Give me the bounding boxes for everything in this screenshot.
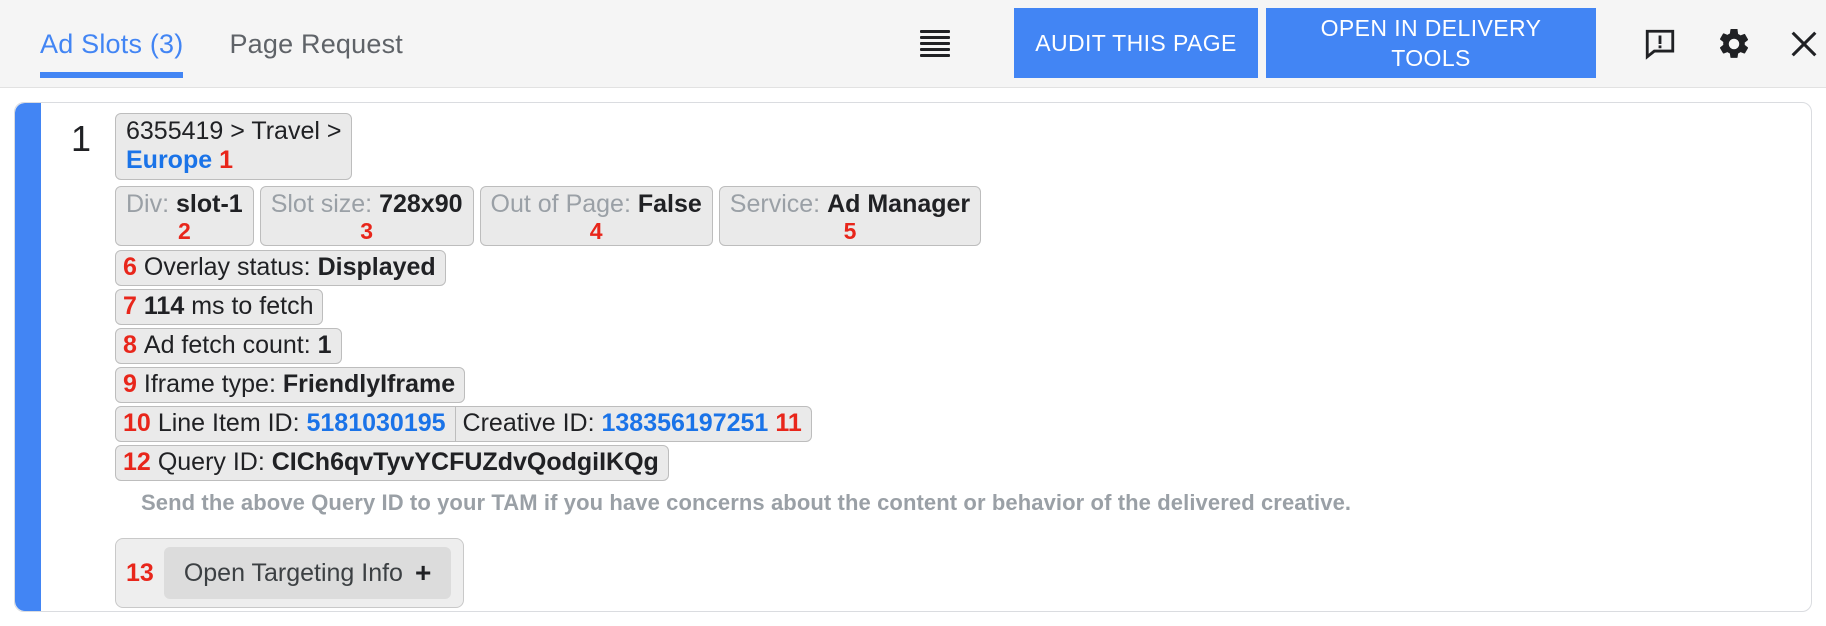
creative-id-chip[interactable]: Creative ID: 138356197251 11 bbox=[456, 406, 812, 442]
slot-properties: Div: slot-1 2 Slot size: 728x90 3 Out of… bbox=[115, 186, 1801, 246]
status-fetch-count-label: Ad fetch count: bbox=[144, 330, 311, 361]
slot-content: 6355419 > Travel > Europe 1 Div: slot-1 … bbox=[115, 113, 1801, 612]
creative-id-value[interactable]: 138356197251 bbox=[601, 408, 768, 439]
open-targeting-info-button[interactable]: Open Targeting Info + bbox=[164, 547, 452, 599]
status-overlay[interactable]: 6 Overlay status: Displayed bbox=[115, 250, 446, 286]
status-fetch-time-value: 114 bbox=[144, 291, 184, 322]
tam-note: Send the above Query ID to your TAM if y… bbox=[141, 490, 1801, 516]
status-line-fetch-count: 8 Ad fetch count: 1 bbox=[115, 328, 1801, 364]
status-line-ids: 10 Line Item ID: 5181030195 Creative ID:… bbox=[115, 406, 1801, 442]
tab-bar: Ad Slots (3) Page Request bbox=[40, 0, 425, 88]
status-fetch-count[interactable]: 8 Ad fetch count: 1 bbox=[115, 328, 342, 364]
marker-13: 13 bbox=[126, 559, 154, 588]
close-icon[interactable] bbox=[1782, 22, 1826, 66]
open-in-delivery-tools-button[interactable]: OPEN IN DELIVERY TOOLS bbox=[1266, 8, 1596, 78]
tab-page-request[interactable]: Page Request bbox=[207, 0, 425, 88]
line-item-id-value[interactable]: 5181030195 bbox=[307, 408, 446, 439]
tab-ad-slots[interactable]: Ad Slots (3) bbox=[40, 0, 207, 88]
property-service-label: Service: bbox=[730, 190, 820, 218]
status-line-overlay: 6 Overlay status: Displayed bbox=[115, 250, 1801, 286]
marker-8: 8 bbox=[123, 330, 137, 361]
property-out-of-page-value: False bbox=[638, 190, 702, 218]
property-div[interactable]: Div: slot-1 2 bbox=[115, 186, 254, 246]
property-service[interactable]: Service: Ad Manager 5 bbox=[719, 186, 981, 246]
query-id-label: Query ID: bbox=[158, 447, 265, 478]
status-overlay-label: Overlay status: bbox=[144, 252, 311, 283]
marker-11: 11 bbox=[775, 408, 801, 439]
property-slot-size[interactable]: Slot size: 728x90 3 bbox=[260, 186, 474, 246]
line-item-id-label: Line Item ID: bbox=[158, 408, 300, 439]
ad-inspector-window: Ad Slots (3) Page Request AUDIT THIS PAG… bbox=[0, 0, 1826, 626]
card-accent-bar bbox=[15, 103, 41, 611]
feedback-icon[interactable] bbox=[1638, 22, 1682, 66]
slot-index: 1 bbox=[71, 121, 91, 157]
marker-4: 4 bbox=[491, 219, 702, 243]
creative-id-label: Creative ID: bbox=[463, 408, 595, 439]
marker-3: 3 bbox=[271, 219, 463, 243]
breadcrumb-leaf[interactable]: Europe bbox=[126, 146, 212, 174]
status-overlay-value: Displayed bbox=[318, 252, 436, 283]
query-id-value: CICh6qvTyvYCFUZdvQodgiIKQg bbox=[272, 447, 659, 478]
status-iframe-type-value: FriendlyIframe bbox=[283, 369, 455, 400]
query-id-chip[interactable]: 12 Query ID: CICh6qvTyvYCFUZdvQodgiIKQg bbox=[115, 445, 669, 481]
audit-this-page-button[interactable]: AUDIT THIS PAGE bbox=[1014, 8, 1258, 78]
marker-12: 12 bbox=[123, 447, 151, 478]
property-div-value: slot-1 bbox=[176, 190, 243, 218]
plus-icon: + bbox=[415, 557, 431, 589]
status-fetch-time[interactable]: 7 114 ms to fetch bbox=[115, 289, 323, 325]
property-div-label: Div: bbox=[126, 190, 169, 218]
ad-unit-breadcrumb[interactable]: 6355419 > Travel > Europe 1 bbox=[115, 113, 352, 180]
line-item-id-chip[interactable]: 10 Line Item ID: 5181030195 bbox=[115, 406, 456, 442]
status-line-iframe-type: 9 Iframe type: FriendlyIframe bbox=[115, 367, 1801, 403]
property-slot-size-label: Slot size: bbox=[271, 190, 372, 218]
toolbar: Ad Slots (3) Page Request AUDIT THIS PAG… bbox=[0, 0, 1826, 88]
tab-ad-slots-label: Ad Slots (3) bbox=[40, 29, 183, 60]
ad-slot-card: 1 6355419 > Travel > Europe 1 Div: slot-… bbox=[14, 102, 1812, 612]
marker-2: 2 bbox=[126, 219, 243, 243]
status-fetch-time-label: ms to fetch bbox=[191, 291, 313, 322]
id-pair: 10 Line Item ID: 5181030195 Creative ID:… bbox=[115, 406, 812, 442]
status-fetch-count-value: 1 bbox=[318, 330, 332, 361]
status-line-fetch-time: 7 114 ms to fetch bbox=[115, 289, 1801, 325]
property-out-of-page[interactable]: Out of Page: False 4 bbox=[480, 186, 713, 246]
marker-6: 6 bbox=[123, 252, 137, 283]
tab-page-request-label: Page Request bbox=[229, 29, 403, 60]
targeting-info-container: 13 Open Targeting Info + bbox=[115, 538, 464, 608]
status-iframe-type[interactable]: 9 Iframe type: FriendlyIframe bbox=[115, 367, 465, 403]
card-body: 1 6355419 > Travel > Europe 1 Div: slot-… bbox=[41, 103, 1811, 611]
property-out-of-page-label: Out of Page: bbox=[491, 190, 631, 218]
gear-icon[interactable] bbox=[1712, 22, 1756, 66]
marker-1: 1 bbox=[219, 146, 233, 174]
hamburger-icon[interactable] bbox=[920, 30, 950, 56]
marker-5: 5 bbox=[730, 219, 970, 243]
breadcrumb-path: 6355419 > Travel > bbox=[126, 117, 341, 145]
open-targeting-info-label: Open Targeting Info bbox=[184, 559, 403, 588]
property-service-value: Ad Manager bbox=[827, 190, 970, 218]
status-iframe-type-label: Iframe type: bbox=[144, 369, 276, 400]
marker-10: 10 bbox=[123, 408, 151, 439]
marker-7: 7 bbox=[123, 291, 137, 322]
status-line-query-id: 12 Query ID: CICh6qvTyvYCFUZdvQodgiIKQg bbox=[115, 445, 1801, 481]
slot-status-list: 6 Overlay status: Displayed 7 114 ms to … bbox=[115, 250, 1801, 481]
property-slot-size-value: 728x90 bbox=[379, 190, 462, 218]
marker-9: 9 bbox=[123, 369, 137, 400]
